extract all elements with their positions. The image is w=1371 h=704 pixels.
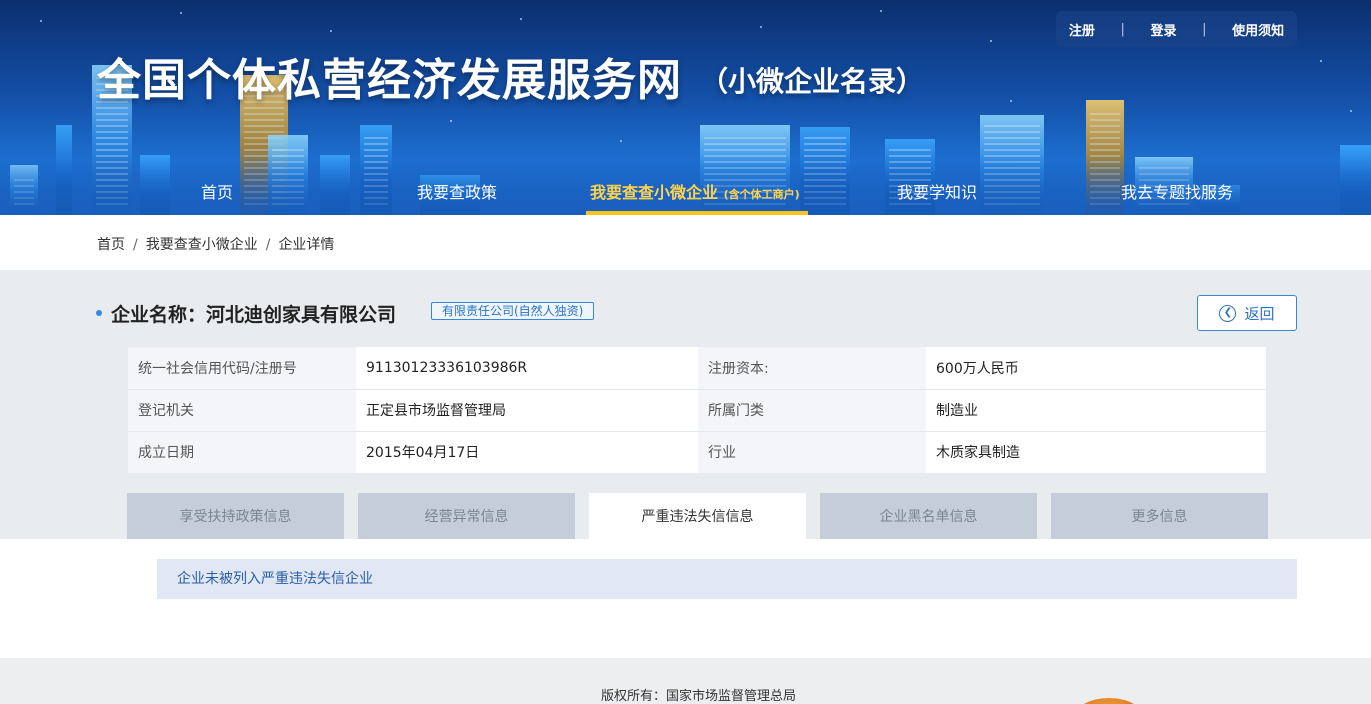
nav-policy[interactable]: 我要查政策 bbox=[417, 179, 497, 203]
login-link[interactable]: 登录 bbox=[1150, 20, 1176, 39]
breadcrumb-separator: / bbox=[133, 237, 138, 253]
company-info-table: 统一社会信用代码/注册号 91130123336103986R 注册资本: 60… bbox=[128, 347, 1266, 473]
industry-label: 行业 bbox=[698, 431, 926, 473]
industry-value: 木质家具制造 bbox=[926, 431, 1266, 473]
nav-topic-services[interactable]: 我去专题找服务 bbox=[1121, 179, 1233, 203]
nav-home[interactable]: 首页 bbox=[201, 179, 233, 203]
site-title: 全国个体私营经济发展服务网 bbox=[97, 55, 682, 106]
tab-support-policy[interactable]: 享受扶持政策信息 bbox=[127, 493, 344, 539]
tab-blacklist[interactable]: 企业黑名单信息 bbox=[820, 493, 1037, 539]
bullet-dot-icon bbox=[96, 310, 102, 316]
active-nav-underline bbox=[586, 211, 808, 215]
copyright-text: 版权所有：国家市场监督管理总局 bbox=[600, 689, 796, 704]
credit-code-value: 91130123336103986R bbox=[356, 347, 698, 390]
breadcrumb-enterprise-search[interactable]: 我要查查小微企业 bbox=[146, 237, 258, 253]
table-row: 统一社会信用代码/注册号 91130123336103986R 注册资本: 60… bbox=[128, 347, 1266, 390]
nav-enterprise-search[interactable]: 我要查查小微企业 (含个体工商户) bbox=[590, 179, 800, 203]
site-subtitle: （小微企业名录） bbox=[700, 65, 925, 98]
breadcrumb-separator: / bbox=[265, 237, 271, 253]
registered-capital-label: 注册资本: bbox=[698, 347, 926, 390]
tab-serious-violation[interactable]: 严重违法失信信息 bbox=[589, 493, 806, 539]
established-date-value: 2015年04月17日 bbox=[356, 431, 698, 473]
divider: | bbox=[1202, 21, 1207, 37]
back-arrow-icon: ❮ bbox=[1219, 304, 1237, 322]
company-name: 企业名称：河北迪创家具有限公司 bbox=[111, 304, 397, 326]
back-button-label: 返回 bbox=[1244, 304, 1275, 323]
nav-enterprise-search-suffix: (含个体工商户) bbox=[723, 188, 800, 201]
main-nav: 首页 我要查政策 我要查查小微企业 (含个体工商户) 我要学知识 我去专题找服务 bbox=[0, 165, 1371, 215]
usage-notice-link[interactable]: 使用须知 bbox=[1232, 20, 1284, 39]
nav-enterprise-search-label: 我要查查小微企业 bbox=[590, 183, 719, 202]
company-type-badge: 有限责任公司(自然人独资) bbox=[431, 302, 595, 320]
established-date-label: 成立日期 bbox=[128, 431, 356, 473]
table-row: 登记机关 正定县市场监督管理局 所属门类 制造业 bbox=[128, 389, 1266, 432]
registration-authority-value: 正定县市场监督管理局 bbox=[356, 389, 698, 432]
back-button[interactable]: ❮ 返回 bbox=[1197, 295, 1297, 331]
tab-abnormal-operation[interactable]: 经营异常信息 bbox=[358, 493, 575, 539]
breadcrumb-current: 企业详情 bbox=[278, 237, 335, 253]
top-links: 注册 | 登录 | 使用须知 bbox=[1056, 11, 1297, 47]
category-label: 所属门类 bbox=[698, 389, 926, 432]
credit-code-label: 统一社会信用代码/注册号 bbox=[128, 347, 356, 390]
header-banner: 全国个体私营经济发展服务网 （小微企业名录） 注册 | 登录 | 使用须知 首页… bbox=[0, 0, 1371, 215]
footer: 版权所有：国家市场监督管理总局 bbox=[0, 658, 1371, 704]
category-value: 制造业 bbox=[926, 389, 1266, 432]
breadcrumb-home[interactable]: 首页 bbox=[97, 237, 125, 253]
breadcrumb: 首页 / 我要查查小微企业 / 企业详情 bbox=[97, 234, 334, 254]
tab-content-notice: 企业未被列入严重违法失信企业 bbox=[157, 559, 1297, 599]
nav-knowledge[interactable]: 我要学知识 bbox=[897, 179, 977, 203]
divider: | bbox=[1120, 21, 1125, 37]
tab-more-info[interactable]: 更多信息 bbox=[1051, 493, 1268, 539]
table-row: 成立日期 2015年04月17日 行业 木质家具制造 bbox=[128, 431, 1266, 473]
registered-capital-value: 600万人民币 bbox=[926, 347, 1266, 390]
registration-authority-label: 登记机关 bbox=[128, 389, 356, 432]
register-link[interactable]: 注册 bbox=[1069, 20, 1095, 39]
